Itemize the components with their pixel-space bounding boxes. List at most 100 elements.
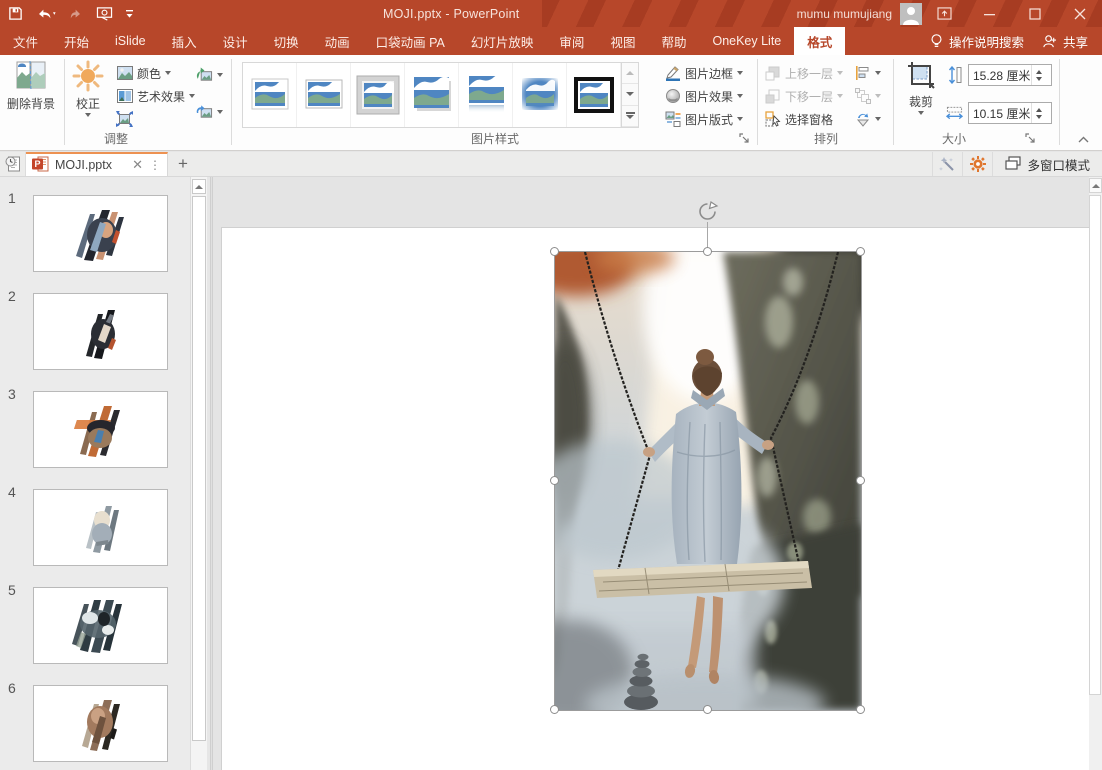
change-picture-button[interactable] bbox=[196, 64, 223, 86]
style-drop-shadow-rectangle[interactable] bbox=[405, 63, 459, 127]
gallery-scroll-down[interactable] bbox=[622, 84, 638, 105]
powerpoint-file-icon: P bbox=[32, 156, 49, 175]
avatar[interactable] bbox=[900, 3, 922, 25]
lightbulb-icon bbox=[930, 33, 943, 49]
panel-scrollbar[interactable] bbox=[190, 177, 207, 770]
style-soft-edge-rectangle[interactable] bbox=[513, 63, 567, 127]
save-icon[interactable] bbox=[8, 3, 23, 25]
tab-onekey[interactable]: OneKey Lite bbox=[699, 27, 794, 55]
artistic-effects-button[interactable]: 艺术效果 bbox=[116, 85, 195, 107]
send-backward-button: 下移一层 bbox=[764, 85, 843, 107]
slide-thumbnail-5[interactable] bbox=[33, 587, 168, 664]
tab-menu-icon[interactable]: ⋮ bbox=[149, 158, 161, 172]
shape-height-input[interactable] bbox=[969, 66, 1031, 84]
panel-scroll-up-icon[interactable] bbox=[192, 179, 206, 194]
tab-animations[interactable]: 动画 bbox=[312, 27, 363, 55]
recent-files-icon[interactable] bbox=[0, 152, 26, 176]
close-tab-icon[interactable]: ✕ bbox=[132, 157, 143, 173]
picture-effects-button[interactable]: 图片效果 bbox=[664, 85, 743, 107]
artistic-effects-icon bbox=[116, 88, 133, 105]
canvas-scrollbar-thumb[interactable] bbox=[1089, 195, 1101, 695]
crop-button[interactable]: 裁剪 bbox=[900, 55, 942, 115]
rotation-handle[interactable] bbox=[696, 200, 719, 223]
share-button[interactable]: 共享 bbox=[1042, 32, 1088, 51]
slide-number: 1 bbox=[8, 190, 26, 206]
gallery-scroll-up[interactable] bbox=[622, 63, 638, 84]
style-thick-black-frame[interactable] bbox=[567, 63, 621, 127]
tab-pocket-animation[interactable]: 口袋动画 PA bbox=[363, 27, 458, 55]
undo-icon[interactable] bbox=[35, 3, 57, 25]
resize-handle-w[interactable] bbox=[550, 476, 559, 485]
picture-styles-dialog-launcher[interactable] bbox=[739, 133, 752, 146]
tell-me-search[interactable]: 操作说明搜索 bbox=[930, 32, 1024, 51]
tab-view[interactable]: 视图 bbox=[597, 27, 648, 55]
selection-pane-button[interactable]: 选择窗格 bbox=[764, 108, 833, 130]
tab-review[interactable]: 审阅 bbox=[546, 27, 597, 55]
resize-handle-ne[interactable] bbox=[856, 247, 865, 256]
style-reflected-rectangle[interactable] bbox=[459, 63, 513, 127]
canvas-scroll-up-icon[interactable] bbox=[1089, 178, 1102, 193]
selected-picture[interactable] bbox=[555, 252, 861, 710]
shape-width-icon bbox=[946, 105, 963, 122]
color-button[interactable]: 颜色 bbox=[116, 62, 171, 84]
corrections-button[interactable]: 校正 bbox=[66, 55, 110, 117]
tab-file[interactable]: 文件 bbox=[0, 27, 51, 55]
tab-islide[interactable]: iSlide bbox=[102, 27, 159, 55]
tab-design[interactable]: 设计 bbox=[210, 27, 261, 55]
reset-picture-button[interactable] bbox=[196, 101, 223, 123]
tab-transitions[interactable]: 切换 bbox=[261, 27, 312, 55]
slideshow-icon[interactable] bbox=[96, 3, 113, 25]
resize-handle-nw[interactable] bbox=[550, 247, 559, 256]
rotate-button[interactable] bbox=[854, 108, 881, 130]
size-dialog-launcher[interactable] bbox=[1025, 133, 1038, 146]
tab-home[interactable]: 开始 bbox=[51, 27, 102, 55]
align-icon bbox=[854, 65, 871, 82]
customize-qat-icon[interactable] bbox=[125, 3, 134, 25]
maximize-icon[interactable] bbox=[1012, 0, 1057, 27]
resize-handle-se[interactable] bbox=[856, 705, 865, 714]
align-button[interactable] bbox=[854, 62, 881, 84]
user-name[interactable]: mumu mumujiang bbox=[797, 7, 892, 21]
tab-help[interactable]: 帮助 bbox=[648, 27, 699, 55]
slide-thumbnail-4[interactable] bbox=[33, 489, 168, 566]
slide-thumbnail-1[interactable] bbox=[33, 195, 168, 272]
slide-thumbnail-3[interactable] bbox=[33, 391, 168, 468]
style-beveled-matte-white[interactable] bbox=[297, 63, 351, 127]
style-simple-frame-white[interactable] bbox=[243, 63, 297, 127]
picture-effects-icon bbox=[664, 88, 681, 105]
picture-layout-button[interactable]: 图片版式 bbox=[664, 108, 743, 130]
slide-thumbnail-2[interactable] bbox=[33, 293, 168, 370]
new-tab-icon[interactable]: + bbox=[168, 152, 198, 176]
document-tab-moji[interactable]: P MOJI.pptx ✕ ⋮ bbox=[26, 152, 168, 176]
shape-width-row bbox=[946, 102, 1052, 124]
close-icon[interactable] bbox=[1057, 0, 1102, 27]
style-metal-frame[interactable] bbox=[351, 63, 405, 127]
picture-border-button[interactable]: 图片边框 bbox=[664, 62, 743, 84]
resize-handle-sw[interactable] bbox=[550, 705, 559, 714]
tab-slideshow[interactable]: 幻灯片放映 bbox=[458, 27, 547, 55]
slide-thumbnail-6[interactable] bbox=[33, 685, 168, 762]
group-label-adjust: 调整 bbox=[0, 130, 232, 147]
tab-insert[interactable]: 插入 bbox=[159, 27, 210, 55]
multi-window-mode-button[interactable]: 多窗口模式 bbox=[992, 152, 1102, 176]
magic-wand-icon[interactable] bbox=[932, 152, 962, 176]
picture-woman-on-swing bbox=[555, 252, 861, 710]
compress-picture-button[interactable] bbox=[116, 108, 133, 130]
shape-width-input[interactable] bbox=[969, 104, 1031, 122]
shape-height-spinner[interactable] bbox=[1031, 65, 1046, 85]
resize-handle-s[interactable] bbox=[703, 705, 712, 714]
gear-icon[interactable] bbox=[962, 152, 992, 176]
remove-background-button[interactable]: 删除背景 bbox=[2, 55, 60, 111]
ribbon-display-options-icon[interactable] bbox=[922, 0, 967, 27]
shape-width-spinner[interactable] bbox=[1031, 103, 1046, 123]
selection-pane-icon bbox=[764, 111, 781, 128]
tab-format[interactable]: 格式 bbox=[794, 27, 845, 55]
slide-number: 4 bbox=[8, 484, 26, 500]
panel-scrollbar-thumb[interactable] bbox=[192, 196, 206, 741]
resize-handle-n[interactable] bbox=[703, 247, 712, 256]
gallery-more-button[interactable] bbox=[622, 106, 638, 127]
resize-handle-e[interactable] bbox=[856, 476, 865, 485]
minimize-icon[interactable] bbox=[967, 0, 1012, 27]
collapse-ribbon-icon[interactable] bbox=[1078, 136, 1088, 142]
canvas-scrollbar[interactable] bbox=[1089, 177, 1102, 770]
